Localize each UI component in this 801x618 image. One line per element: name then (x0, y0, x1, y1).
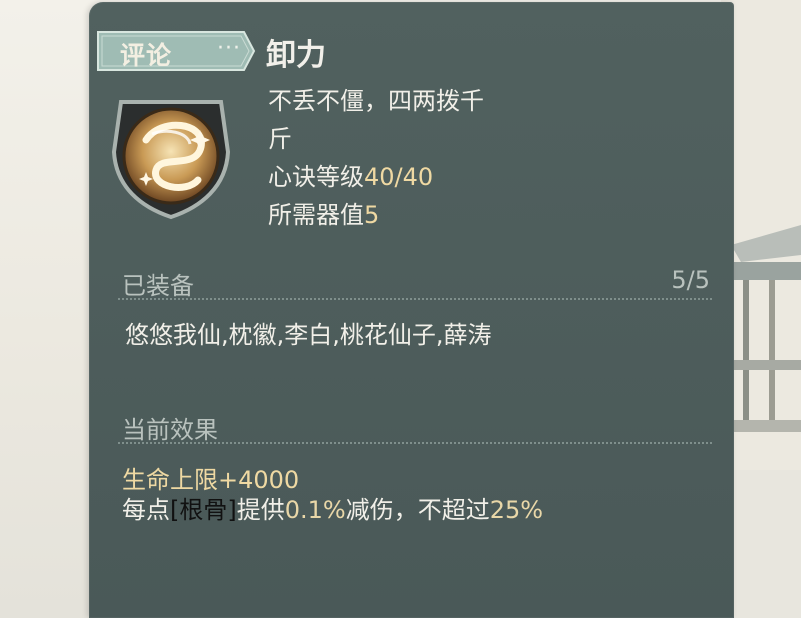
skill-description: 不丢不僵，四两拨千 斤 心诀等级40/40 所需器值5 (268, 82, 484, 234)
desc-line-1: 不丢不僵，四两拨千 (268, 87, 484, 115)
divider (118, 298, 712, 300)
bracket: [ (170, 496, 180, 524)
skill-title: 卸力 (266, 38, 326, 73)
equipped-count: 5/5 (671, 266, 710, 294)
level-label: 心诀等级 (268, 163, 364, 191)
effect-text: 减伤，不超过 (345, 496, 490, 524)
bracket: ] (227, 496, 237, 524)
swirl-emblem-icon (111, 100, 231, 220)
equipped-heading: 已装备 (122, 272, 194, 300)
divider (118, 442, 712, 444)
more-dots-icon: ··· (217, 36, 241, 61)
effect-text: 提供 (236, 496, 285, 524)
level-value: 40/40 (364, 163, 434, 191)
effect-text: 每点 (122, 496, 170, 524)
effect-heading: 当前效果 (122, 416, 218, 444)
effect-value: 0.1% (284, 496, 346, 524)
effect-line-2: 每点[根骨]提供0.1%减伤，不超过25% (122, 490, 543, 525)
level-row: 心诀等级40/40 (268, 158, 484, 196)
cost-value: 5 (364, 201, 380, 229)
comment-tab-label[interactable]: 评论 (120, 36, 172, 72)
attribute-name: 根骨 (179, 496, 228, 524)
equipped-list: 悠悠我仙,枕徽,李白,桃花仙子,薛涛 (125, 321, 492, 349)
cost-row: 所需器值5 (268, 196, 484, 234)
effect-value: 25% (489, 496, 544, 524)
desc-line-2: 斤 (268, 125, 292, 153)
cost-label: 所需器值 (268, 201, 364, 229)
